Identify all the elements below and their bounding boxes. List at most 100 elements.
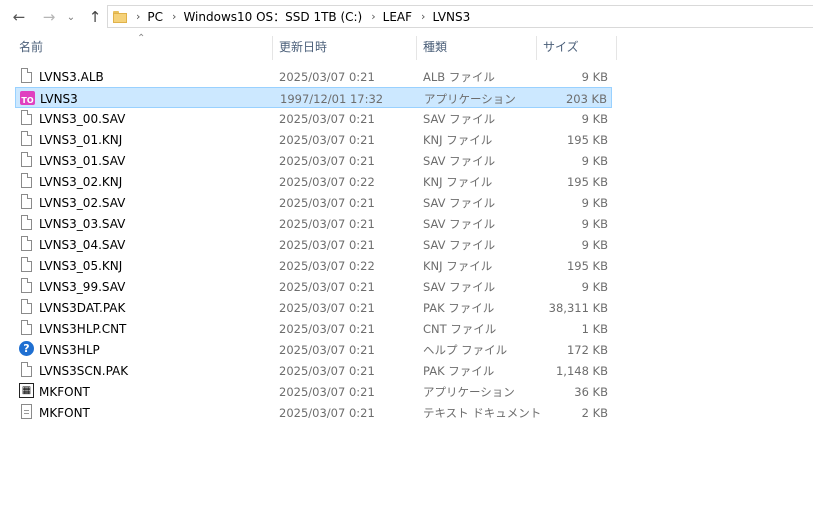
file-date: 2025/03/07 0:21 [279,342,375,357]
file-row[interactable]: LVNS3_02.SAV 2025/03/07 0:21 SAV ファイル 9 KB [15,192,612,213]
column-header-date[interactable]: 更新日時 [279,33,409,60]
mkfont-app-icon: ▦ [19,383,35,400]
file-name: LVNS3HLP [39,342,100,357]
file-size: 203 KB [565,91,607,106]
file-size: 9 KB [581,195,608,210]
file-type: SAV ファイル [423,195,496,210]
breadcrumb-chevron-icon[interactable]: › [421,10,425,23]
column-divider[interactable] [536,36,537,60]
text-file-icon [19,404,35,421]
file-row[interactable]: LVNS3.ALB 2025/03/07 0:21 ALB ファイル 9 KB [15,66,612,87]
file-size: 9 KB [581,69,608,84]
app-icon: TO [20,90,36,107]
file-type: PAK ファイル [423,363,495,378]
file-date: 1997/12/01 17:32 [280,91,384,106]
file-date: 2025/03/07 0:21 [279,195,375,210]
column-header-size[interactable]: サイズ [543,33,613,60]
file-icon [19,173,35,190]
file-date: 2025/03/07 0:21 [279,279,375,294]
file-date: 2025/03/07 0:21 [279,405,375,420]
file-size: 36 KB [574,384,608,399]
file-icon [19,299,35,316]
breadcrumb-chevron-icon[interactable]: › [136,10,140,23]
file-name: LVNS3.ALB [39,69,104,84]
file-size: 195 KB [566,132,608,147]
folder-icon [113,10,127,23]
file-date: 2025/03/07 0:21 [279,153,375,168]
file-row[interactable]: LVNS3SCN.PAK 2025/03/07 0:21 PAK ファイル 1,148… [15,360,612,381]
breadcrumb-leaf[interactable]: LEAF [383,10,412,24]
help-icon: ? [19,341,35,358]
file-type: SAV ファイル [423,279,496,294]
file-icon [19,68,35,85]
file-type: SAV ファイル [423,111,496,126]
file-row[interactable]: ? LVNS3HLP 2025/03/07 0:21 ヘルプ ファイル 172 KB [15,339,612,360]
breadcrumb-chevron-icon[interactable]: › [172,10,176,23]
file-icon [19,194,35,211]
file-date: 2025/03/07 0:21 [279,132,375,147]
column-header: ⌃ 名前 更新日時 種類 サイズ [0,33,813,60]
file-type: PAK ファイル [423,300,495,315]
file-row[interactable]: LVNS3DAT.PAK 2025/03/07 0:21 PAK ファイル 38,31… [15,297,612,318]
file-row[interactable]: LVNS3_05.KNJ 2025/03/07 0:22 KNJ ファイル 195 K… [15,255,612,276]
file-icon [19,131,35,148]
file-date: 2025/03/07 0:21 [279,69,375,84]
column-header-type[interactable]: 種類 [423,33,533,60]
file-name: LVNS3_01.KNJ [39,132,123,147]
file-name: LVNS3_02.KNJ [39,174,123,189]
file-date: 2025/03/07 0:22 [279,258,375,273]
file-row[interactable]: LVNS3_01.SAV 2025/03/07 0:21 SAV ファイル 9 KB [15,150,612,171]
file-size: 1 KB [581,321,608,336]
file-name: LVNS3_01.SAV [39,153,126,168]
file-name: LVNS3HLP.CNT [39,321,127,336]
file-row[interactable]: LVNS3_02.KNJ 2025/03/07 0:22 KNJ ファイル 195 K… [15,171,612,192]
file-size: 9 KB [581,279,608,294]
file-icon [19,236,35,253]
file-type: ALB ファイル [423,69,495,84]
file-row[interactable]: LVNS3_00.SAV 2025/03/07 0:21 SAV ファイル 9 KB [15,108,612,129]
file-icon [19,110,35,127]
file-date: 2025/03/07 0:22 [279,174,375,189]
file-name: LVNS3_99.SAV [39,279,126,294]
navigation-bar: ← → ⌄ ↑ › PC › Windows10 OS：SSD 1TB (C:)… [0,0,813,33]
recent-locations-chevron-icon[interactable]: ⌄ [64,7,78,27]
file-row[interactable]: LVNS3HLP.CNT 2025/03/07 0:21 CNT ファイル 1 KB [15,318,612,339]
file-row[interactable]: MKFONT 2025/03/07 0:21 テキスト ドキュメント 2 KB [15,402,612,423]
file-size: 2 KB [581,405,608,420]
breadcrumb-pc[interactable]: PC [147,10,163,24]
file-name: MKFONT [39,405,90,420]
file-type: KNJ ファイル [423,174,493,189]
file-size: 1,148 KB [555,363,608,378]
file-row[interactable]: LVNS3_99.SAV 2025/03/07 0:21 SAV ファイル 9 KB [15,276,612,297]
file-date: 2025/03/07 0:21 [279,216,375,231]
file-row[interactable]: TO LVNS3 1997/12/01 17:32 アプリケーション 203 KB [15,87,612,108]
file-icon [19,257,35,274]
file-name: MKFONT [39,384,90,399]
breadcrumb-drive[interactable]: Windows10 OS：SSD 1TB (C:) [183,8,362,25]
breadcrumb-chevron-icon[interactable]: › [371,10,375,23]
file-icon [19,152,35,169]
back-arrow-icon[interactable]: ← [8,7,30,27]
file-date: 2025/03/07 0:21 [279,384,375,399]
file-type: テキスト ドキュメント [423,405,542,420]
file-row[interactable]: ▦ MKFONT 2025/03/07 0:21 アプリケーション 36 KB [15,381,612,402]
file-type: SAV ファイル [423,153,496,168]
file-size: 172 KB [566,342,608,357]
file-row[interactable]: LVNS3_04.SAV 2025/03/07 0:21 SAV ファイル 9 KB [15,234,612,255]
address-bar[interactable]: › PC › Windows10 OS：SSD 1TB (C:) › LEAF … [107,5,813,28]
file-name: LVNS3_04.SAV [39,237,126,252]
breadcrumb-lvns3[interactable]: LVNS3 [432,10,470,24]
column-divider[interactable] [272,36,273,60]
column-header-name[interactable]: 名前 [19,33,269,60]
file-row[interactable]: LVNS3_01.KNJ 2025/03/07 0:21 KNJ ファイル 195 K… [15,129,612,150]
file-size: 195 KB [566,258,608,273]
file-type: KNJ ファイル [423,132,493,147]
column-divider[interactable] [416,36,417,60]
forward-arrow-icon[interactable]: → [38,7,60,27]
up-arrow-icon[interactable]: ↑ [84,7,106,27]
file-row[interactable]: LVNS3_03.SAV 2025/03/07 0:21 SAV ファイル 9 KB [15,213,612,234]
file-type: CNT ファイル [423,321,497,336]
file-name: LVNS3_00.SAV [39,111,126,126]
column-divider[interactable] [616,36,617,60]
file-icon [19,215,35,232]
